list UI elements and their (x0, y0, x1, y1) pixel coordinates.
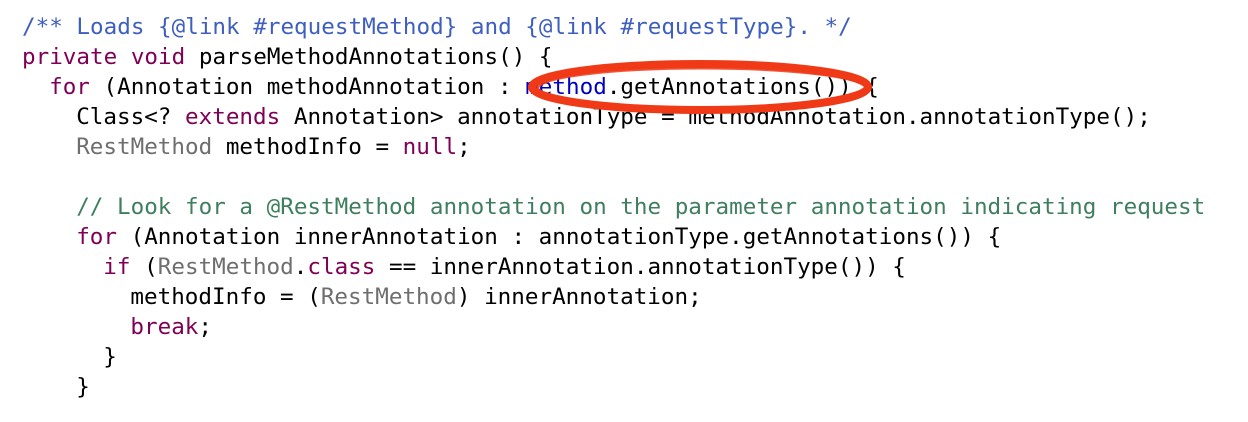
code-line: private void parseMethodAnnotations() { (22, 42, 553, 72)
code-token-plain: (Annotation methodAnnotation : (89, 74, 526, 100)
code-token-kw: for (76, 224, 117, 250)
code-token-plain: methodInfo = (212, 134, 403, 160)
code-line: if (RestMethod.class == innerAnnotation.… (103, 252, 906, 282)
code-token-type: RestMethod (157, 254, 294, 280)
code-line: methodInfo = (RestMethod) innerAnnotatio… (130, 282, 701, 312)
code-token-plain: methodInfo = ( (130, 284, 321, 310)
code-token-plain: ) innerAnnotation; (456, 284, 702, 310)
code-token-kw: class (307, 254, 376, 280)
code-token-plain: .getAnnotations()) { (606, 74, 879, 100)
code-token-plain: ; (198, 314, 213, 340)
code-line: } (76, 372, 90, 402)
code-token-kw: break (130, 314, 199, 340)
code-line: for (Annotation innerAnnotation : annota… (76, 222, 1001, 252)
code-token-plain: } (76, 374, 90, 400)
code-token-plain: ( (130, 254, 158, 280)
code-token-plain: == innerAnnotation.annotationType()) { (375, 254, 906, 280)
code-token-plain: Class<? (76, 104, 186, 130)
code-editor: /** Loads {@link #requestMethod} and {@l… (0, 0, 1248, 422)
code-token-type: RestMethod (76, 134, 213, 160)
code-token-plain: . (293, 254, 308, 280)
code-token-kw: null (402, 134, 458, 160)
code-token-plain: } (103, 344, 117, 370)
code-line: } (103, 342, 117, 372)
code-line: // Look for a @RestMethod annotation on … (76, 192, 1205, 222)
code-token-kw: private (22, 44, 118, 70)
code-line: for (Annotation methodAnnotation : metho… (49, 72, 879, 102)
code-line: RestMethod methodInfo = null; (76, 132, 471, 162)
code-token-plain: (Annotation innerAnnotation : annotation… (117, 224, 1002, 250)
code-token-kw: void (130, 44, 186, 70)
code-line: /** Loads {@link #requestMethod} and {@l… (22, 12, 852, 42)
code-line: Class<? extends Annotation> annotationTy… (76, 102, 1151, 132)
code-token-kw: for (49, 74, 90, 100)
code-token-plain: parseMethodAnnotations() { (185, 44, 553, 70)
code-token-comment: // Look for a @RestMethod annotation on … (76, 194, 1206, 220)
code-token-kw: if (103, 254, 131, 280)
code-token-plain: Annotation> annotationType = methodAnnot… (280, 104, 1151, 130)
code-token-type: RestMethod (320, 284, 457, 310)
code-token-doc: /** Loads {@link #requestMethod} and {@l… (22, 14, 852, 40)
code-token-kw: extends (185, 104, 281, 130)
code-line: break; (130, 312, 212, 342)
code-token-plain: ; (457, 134, 471, 160)
code-token-field: method (525, 74, 607, 100)
